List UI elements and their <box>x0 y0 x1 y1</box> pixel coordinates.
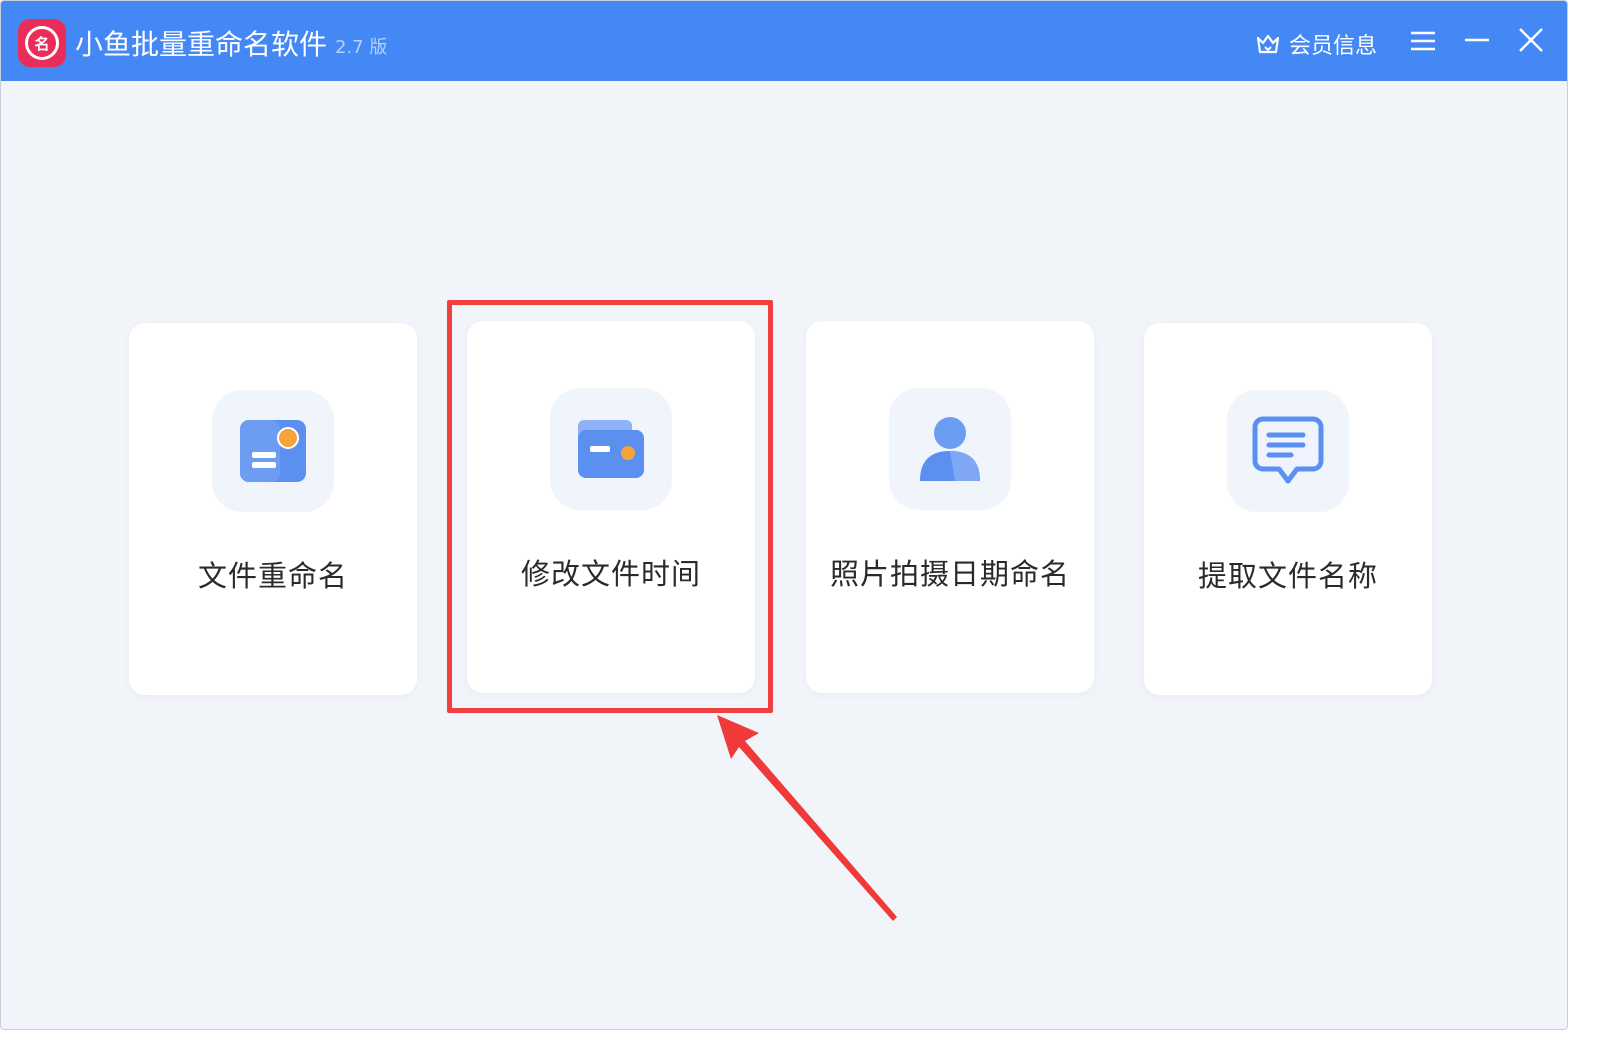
minimize-button[interactable] <box>1463 27 1491 55</box>
close-button[interactable] <box>1516 25 1546 55</box>
card-label: 修改文件时间 <box>520 557 701 591</box>
chat-doc-icon <box>1252 416 1324 484</box>
card-icon-container <box>212 390 334 512</box>
app-logo: 名 <box>18 19 66 67</box>
crown-icon <box>1256 34 1280 54</box>
file-rename-icon <box>240 420 306 482</box>
minimize-icon <box>1465 38 1489 42</box>
vip-info-button[interactable]: 会员信息 <box>1255 28 1377 60</box>
app-version: 2.7 版 <box>335 37 388 58</box>
card-file-rename[interactable]: 文件重命名 <box>129 323 417 695</box>
menu-button[interactable] <box>1409 27 1437 55</box>
card-label: 文件重命名 <box>197 559 348 593</box>
card-icon-container <box>550 388 672 510</box>
card-label: 提取文件名称 <box>1197 559 1378 593</box>
app-window: 名 小鱼批量重命名软件 2.7 版 会员信息 文件重命名 修改文件时间 照片拍摄… <box>0 0 1568 1030</box>
app-title: 小鱼批量重命名软件 <box>75 28 328 61</box>
card-extract-file-names[interactable]: 提取文件名称 <box>1144 323 1432 695</box>
person-icon <box>920 417 980 481</box>
vip-info-label: 会员信息 <box>1289 34 1378 59</box>
card-modify-file-time[interactable]: 修改文件时间 <box>467 321 755 693</box>
card-icon-container <box>889 388 1011 510</box>
hamburger-icon <box>1411 31 1435 51</box>
close-icon <box>1519 28 1543 52</box>
title-bar: 名 小鱼批量重命名软件 2.7 版 会员信息 <box>1 1 1567 81</box>
file-time-icon <box>578 420 644 478</box>
arrow-annotation-icon <box>717 715 897 921</box>
card-photo-date-rename[interactable]: 照片拍摄日期命名 <box>806 321 1094 693</box>
app-logo-text: 名 <box>25 26 59 60</box>
card-label: 照片拍摄日期命名 <box>829 557 1070 591</box>
card-icon-container <box>1227 390 1349 512</box>
